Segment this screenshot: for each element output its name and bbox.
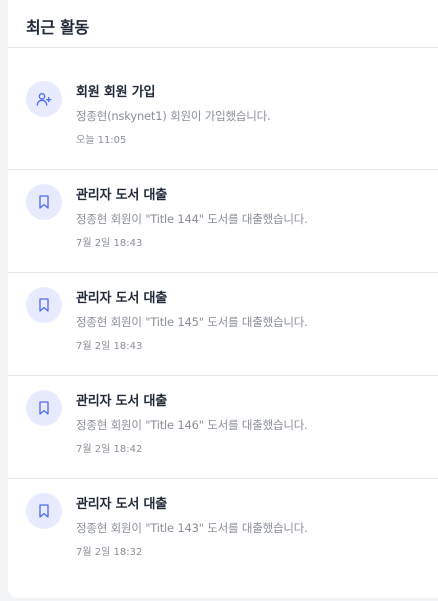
activity-description: 정종현 회원이 "Title 144" 도서를 대출했습니다.: [76, 212, 308, 226]
activity-time: 7월 2일 18:43: [76, 238, 143, 249]
bookmark-icon: [26, 390, 62, 426]
bookmark-icon: [26, 287, 62, 323]
bookmark-icon: [26, 493, 62, 529]
card-title: 최근 활동: [26, 18, 89, 37]
activity-description: 정종현 회원이 "Title 143" 도서를 대출했습니다.: [76, 521, 308, 535]
activity-title: 관리자 도서 대출: [76, 291, 167, 306]
activity-text: 관리자 도서 대출 정종현 회원이 "Title 144" 도서를 대출했습니다…: [76, 187, 308, 251]
activity-text: 관리자 도서 대출 정종현 회원이 "Title 145" 도서를 대출했습니다…: [76, 290, 308, 354]
activity-time: 7월 2일 18:43: [76, 341, 143, 352]
activity-text: 관리자 도서 대출 정종현 회원이 "Title 143" 도서를 대출했습니다…: [76, 496, 308, 560]
activity-item[interactable]: 회원 회원 가입 정종현(nskynet1) 회원이 가입했습니다. 오늘 11…: [8, 48, 438, 170]
activity-description: 정종현(nskynet1) 회원이 가입했습니다.: [76, 109, 271, 123]
recent-activity-card: 최근 활동 회원 회원 가입 정종현(nskynet1) 회원이 가입했습니다.…: [8, 0, 438, 598]
activity-time: 7월 2일 18:32: [76, 547, 143, 558]
activity-item[interactable]: 관리자 도서 대출 정종현 회원이 "Title 146" 도서를 대출했습니다…: [8, 376, 438, 479]
activity-item[interactable]: 관리자 도서 대출 정종현 회원이 "Title 144" 도서를 대출했습니다…: [8, 170, 438, 273]
activity-time: 7월 2일 18:42: [76, 444, 143, 455]
activity-item[interactable]: 관리자 도서 대출 정종현 회원이 "Title 145" 도서를 대출했습니다…: [8, 273, 438, 376]
activity-title: 회원 회원 가입: [76, 85, 156, 100]
activity-description: 정종현 회원이 "Title 146" 도서를 대출했습니다.: [76, 418, 308, 432]
card-header: 최근 활동: [8, 0, 438, 48]
activity-title: 관리자 도서 대출: [76, 497, 167, 512]
activity-title: 관리자 도서 대출: [76, 394, 167, 409]
activity-time: 오늘 11:05: [76, 135, 127, 146]
activity-text: 회원 회원 가입 정종현(nskynet1) 회원이 가입했습니다. 오늘 11…: [76, 84, 271, 148]
activity-text: 관리자 도서 대출 정종현 회원이 "Title 146" 도서를 대출했습니다…: [76, 393, 308, 457]
activity-list: 회원 회원 가입 정종현(nskynet1) 회원이 가입했습니다. 오늘 11…: [8, 48, 438, 582]
activity-item[interactable]: 관리자 도서 대출 정종현 회원이 "Title 143" 도서를 대출했습니다…: [8, 479, 438, 582]
bookmark-icon: [26, 184, 62, 220]
activity-description: 정종현 회원이 "Title 145" 도서를 대출했습니다.: [76, 315, 308, 329]
user-plus-icon: [26, 81, 62, 117]
activity-title: 관리자 도서 대출: [76, 188, 167, 203]
